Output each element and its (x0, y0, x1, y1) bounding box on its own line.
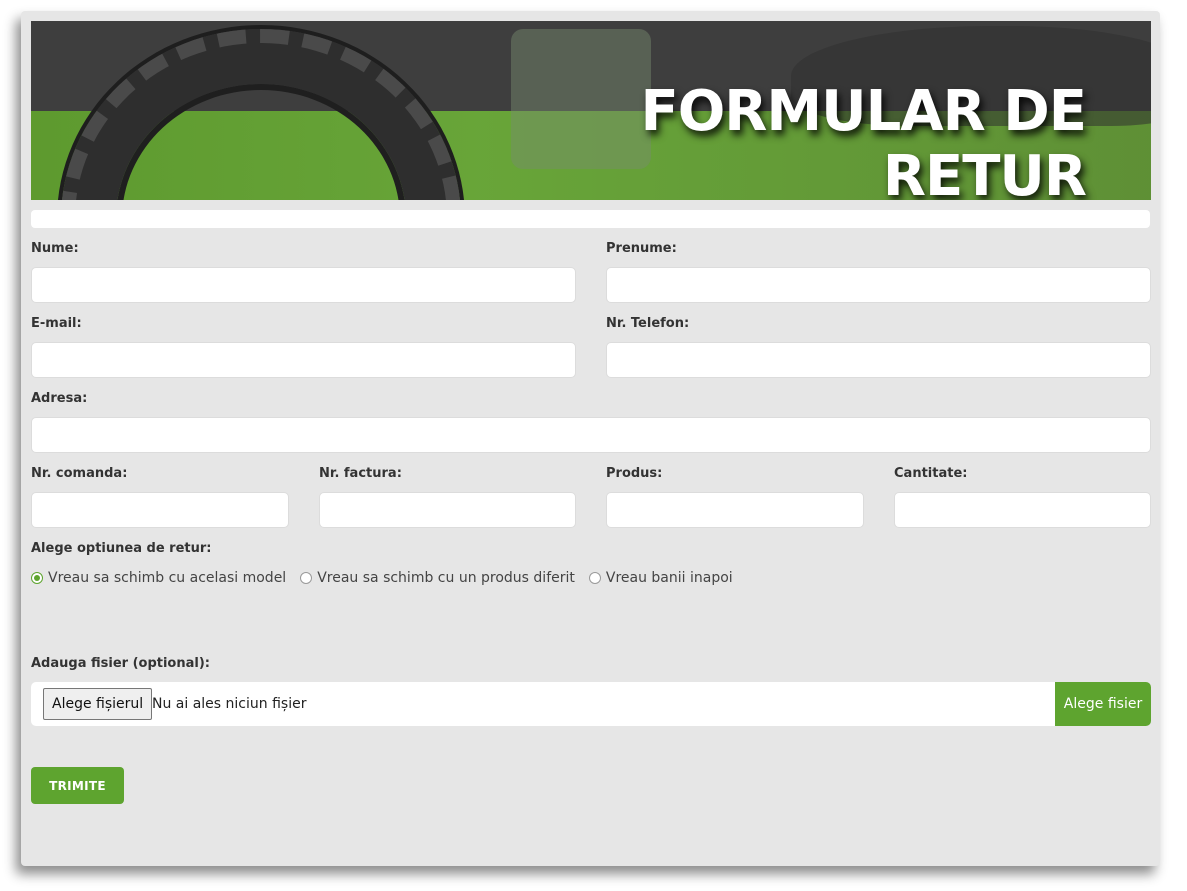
tire-image (61, 29, 461, 200)
nume-input[interactable] (31, 267, 576, 303)
adresa-label: Adresa: (31, 391, 88, 406)
choose-file-button[interactable]: Alege fișierul (43, 688, 153, 720)
radio-label: Vreau sa schimb cu acelasi model (48, 570, 287, 586)
cantitate-input[interactable] (894, 492, 1151, 528)
email-label: E-mail: (31, 316, 82, 331)
telefon-label: Nr. Telefon: (606, 316, 690, 331)
page-title: FORMULAR DE RETUR (640, 79, 1087, 200)
radio-option-different-product[interactable]: Vreau sa schimb cu un produs diferit (300, 570, 575, 586)
comanda-input[interactable] (31, 492, 289, 528)
nume-label: Nume: (31, 241, 79, 256)
no-file-text: Nu ai ales niciun fișier (152, 696, 307, 712)
email-input[interactable] (31, 342, 576, 378)
radio-button[interactable] (588, 572, 601, 584)
prenume-label: Prenume: (606, 241, 677, 256)
cantitate-label: Cantitate: (894, 466, 968, 481)
return-option-group: Vreau sa schimb cu acelasi model Vreau s… (31, 570, 747, 586)
radio-button-checked[interactable] (31, 572, 43, 584)
return-option-label: Alege optiunea de retur: (31, 541, 212, 556)
prenume-input[interactable] (606, 267, 1151, 303)
radio-label: Vreau banii inapoi (605, 570, 733, 586)
factura-label: Nr. factura: (319, 466, 402, 481)
radio-button[interactable] (300, 572, 313, 584)
produs-label: Produs: (606, 466, 663, 481)
radio-label: Vreau sa schimb cu un produs diferit (317, 570, 575, 586)
factura-input[interactable] (319, 492, 576, 528)
telefon-input[interactable] (606, 342, 1151, 378)
upload-label: Adauga fisier (optional): (31, 656, 210, 671)
top-spacer-input (31, 210, 1150, 228)
radio-option-same-model[interactable]: Vreau sa schimb cu acelasi model (31, 570, 286, 586)
return-form-card: FORMULAR DE RETUR Nume: Prenume: E-mail:… (21, 11, 1160, 866)
adresa-input[interactable] (31, 417, 1151, 453)
radio-option-refund[interactable]: Vreau banii inapoi (588, 570, 733, 586)
file-upload-field: Alege fișierul Nu ai ales niciun fișier … (31, 682, 1151, 726)
produs-input[interactable] (606, 492, 864, 528)
comanda-label: Nr. comanda: (31, 466, 128, 481)
header-banner: FORMULAR DE RETUR (31, 21, 1151, 200)
tire-tread (61, 29, 461, 200)
submit-button[interactable]: TRIMITE (31, 767, 124, 804)
choose-file-green-button[interactable]: Alege fisier (1055, 682, 1151, 726)
